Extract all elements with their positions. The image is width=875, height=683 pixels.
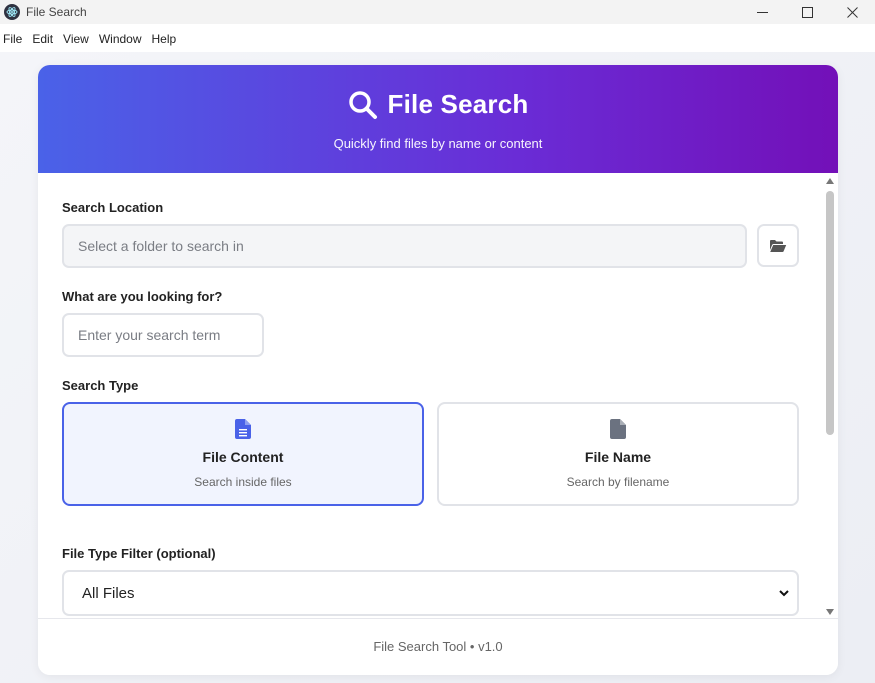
file-content-subtitle: Search inside files [194, 475, 292, 489]
header-banner: File Search Quickly find files by name o… [38, 65, 838, 173]
search-type-file-content[interactable]: File Content Search inside files [62, 402, 424, 506]
main-card: File Search Quickly find files by name o… [38, 65, 838, 675]
maximize-icon [802, 6, 813, 18]
search-icon [348, 90, 377, 119]
menu-view[interactable]: View [58, 27, 94, 52]
footer: File Search Tool • v1.0 [38, 618, 838, 675]
form-scroll-area: Search Location Select a folder to searc… [38, 173, 838, 618]
search-term-label: What are you looking for? [62, 289, 223, 304]
search-term-placeholder: Enter your search term [78, 327, 221, 343]
file-type-filter-label: File Type Filter (optional) [62, 546, 216, 561]
search-type-file-name[interactable]: File Name Search by filename [437, 402, 799, 506]
scrollbar-thumb[interactable] [826, 191, 834, 435]
title-bar: File Search [0, 0, 875, 24]
footer-text: File Search Tool • v1.0 [373, 639, 503, 654]
close-icon [847, 6, 858, 18]
menu-bar: File Edit View Window Help [0, 27, 875, 52]
menu-help[interactable]: Help [147, 27, 182, 52]
minimize-icon [757, 11, 768, 13]
scroll-down-arrow[interactable] [826, 609, 834, 615]
vertical-scrollbar[interactable] [823, 175, 838, 618]
scroll-up-arrow[interactable] [826, 178, 834, 184]
page-title: File Search [387, 89, 529, 119]
file-content-title: File Content [202, 449, 284, 465]
search-location-placeholder: Select a folder to search in [78, 238, 244, 254]
maximize-button[interactable] [785, 0, 830, 24]
folder-open-icon [770, 239, 787, 252]
search-location-label: Search Location [62, 200, 164, 215]
window-title: File Search [26, 5, 87, 19]
file-name-subtitle: Search by filename [566, 475, 670, 489]
menu-window[interactable]: Window [94, 27, 147, 52]
file-text-icon [235, 419, 251, 439]
menu-file[interactable]: File [0, 27, 27, 52]
search-location-input[interactable]: Select a folder to search in [62, 224, 747, 268]
file-type-select[interactable]: All Files [62, 570, 799, 616]
search-term-input[interactable]: Enter your search term [62, 313, 264, 357]
chevron-down-icon [779, 590, 789, 597]
minimize-button[interactable] [740, 0, 785, 24]
browse-folder-button[interactable] [757, 224, 799, 267]
file-name-title: File Name [584, 449, 652, 465]
electron-app-icon [4, 4, 20, 20]
close-button[interactable] [830, 0, 875, 24]
file-type-selected-value: All Files [82, 584, 135, 602]
menu-edit[interactable]: Edit [27, 27, 58, 52]
page-subtitle: Quickly find files by name or content [333, 136, 543, 151]
search-type-label: Search Type [62, 378, 139, 393]
file-icon [610, 419, 626, 439]
